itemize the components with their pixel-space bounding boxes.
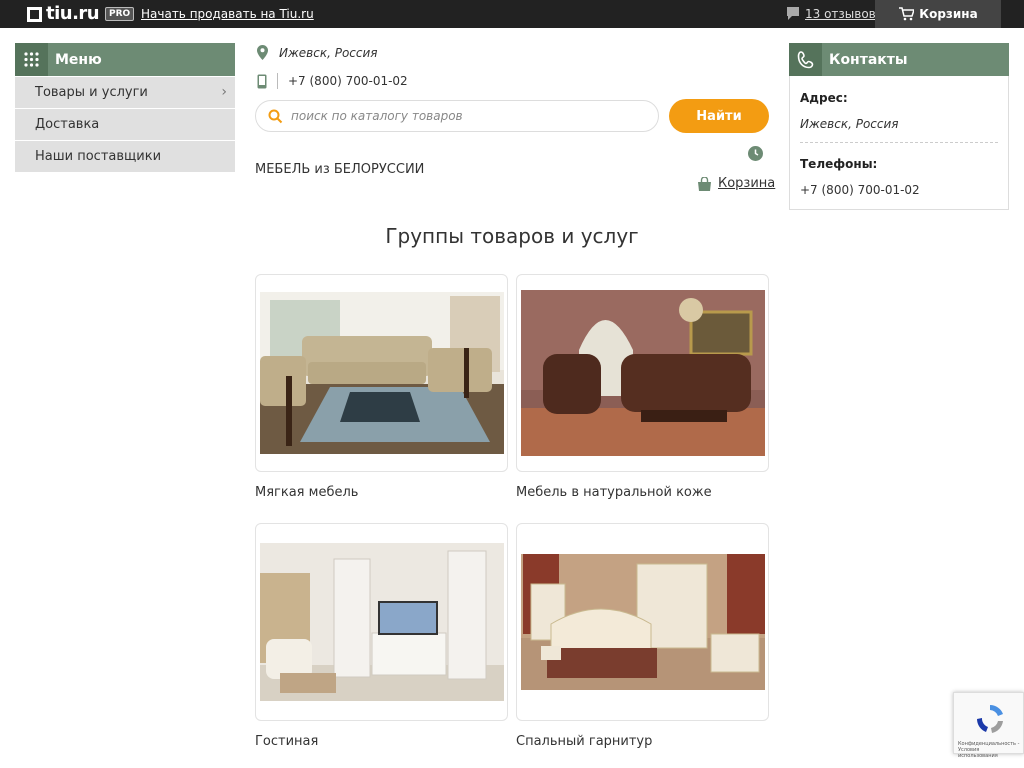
contacts-panel: Контакты Адрес: Ижевск, Россия Телефоны:… <box>789 43 1009 210</box>
contacts-header: Контакты <box>789 43 1009 76</box>
product-image <box>259 292 504 454</box>
contacts-title: Контакты <box>829 51 908 68</box>
search-button[interactable]: Найти <box>669 99 769 133</box>
divider <box>800 142 998 143</box>
group-card-leather-furniture[interactable] <box>516 274 769 472</box>
recaptcha-text: Конфиденциальность - Условия использован… <box>958 741 1020 759</box>
address-label: Адрес: <box>800 91 848 105</box>
group-card-label[interactable]: Спальный гарнитур <box>516 734 652 749</box>
product-image <box>520 554 765 690</box>
phones-label: Телефоны: <box>800 157 878 171</box>
start-selling-link[interactable]: Начать продавать на Tiu.ru <box>141 7 314 21</box>
phone-handset-icon <box>789 43 822 76</box>
menu-item-suppliers[interactable]: Наши поставщики <box>15 141 235 172</box>
reviews-label: 13 отзывов <box>805 6 876 21</box>
phone-number[interactable]: +7 (800) 700-01-02 <box>288 74 408 88</box>
cart-button[interactable]: Корзина <box>875 0 1001 28</box>
address-value: Ижевск, Россия <box>800 117 899 131</box>
recaptcha-icon <box>977 705 1003 733</box>
cart-link-label: Корзина <box>718 176 776 191</box>
reviews-link[interactable]: 13 отзывов <box>786 6 876 21</box>
phone-row: +7 (800) 700-01-02 <box>257 73 408 89</box>
location: Ижевск, Россия <box>257 45 378 60</box>
menu-item-label: Наши поставщики <box>35 149 162 164</box>
tiu-logo[interactable]: tiu.ru <box>27 3 100 24</box>
menu-title: Меню <box>55 51 102 68</box>
contact-phone[interactable]: +7 (800) 700-01-02 <box>800 183 920 197</box>
grid-icon <box>15 43 48 76</box>
location-text: Ижевск, Россия <box>279 45 378 60</box>
group-card-label[interactable]: Мягкая мебель <box>255 485 358 500</box>
group-card-living-room[interactable] <box>255 523 508 721</box>
group-card-soft-furniture[interactable] <box>255 274 508 472</box>
logo-square-icon <box>27 6 42 22</box>
recaptcha-badge[interactable]: Конфиденциальность - Условия использован… <box>953 692 1024 759</box>
logo-text: tiu.ru <box>46 3 100 24</box>
cart-icon <box>899 7 915 21</box>
product-image <box>259 543 504 701</box>
shopping-bag-icon <box>698 176 711 191</box>
side-menu: Меню Товары и услуги › Доставка Наши пос… <box>15 43 235 172</box>
map-pin-icon <box>257 45 268 60</box>
company-name: МЕБЕЛЬ из БЕЛОРУССИИ <box>255 162 425 177</box>
search-box <box>255 100 659 132</box>
search-icon <box>268 109 283 123</box>
divider <box>277 73 278 89</box>
cart-link[interactable]: Корзина <box>697 176 775 191</box>
top-bar: tiu.ru PRO Начать продавать на Tiu.ru 13… <box>0 0 1024 28</box>
menu-item-delivery[interactable]: Доставка <box>15 109 235 140</box>
clock-icon[interactable] <box>748 146 763 161</box>
comment-icon <box>787 7 799 20</box>
group-card-label[interactable]: Мебель в натуральной коже <box>516 485 712 500</box>
mobile-phone-icon <box>257 74 267 88</box>
cart-label: Корзина <box>919 7 978 21</box>
menu-item-label: Товары и услуги <box>35 85 148 100</box>
chevron-right-icon: › <box>221 84 227 100</box>
group-card-bedroom-set[interactable] <box>516 523 769 721</box>
menu-header: Меню <box>15 43 235 76</box>
product-image <box>520 290 765 456</box>
groups-title: Группы товаров и услуг <box>385 224 639 248</box>
menu-item-label: Доставка <box>35 117 100 132</box>
group-card-label[interactable]: Гостиная <box>255 734 318 749</box>
pro-badge: PRO <box>105 7 135 21</box>
menu-item-products[interactable]: Товары и услуги › <box>15 77 235 108</box>
search-input[interactable] <box>291 109 631 123</box>
